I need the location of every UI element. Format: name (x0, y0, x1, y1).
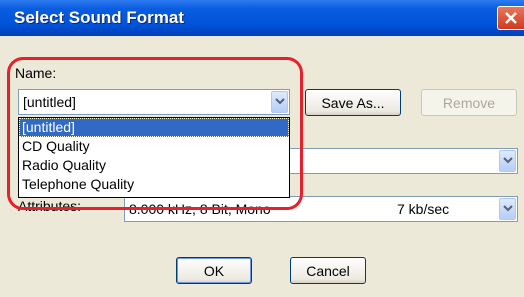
list-item[interactable]: CD Quality (19, 137, 289, 156)
list-item[interactable]: Radio Quality (19, 156, 289, 175)
name-combobox[interactable]: [untitled] (18, 89, 290, 115)
name-combobox-value: [untitled] (23, 94, 76, 110)
close-button[interactable] (497, 6, 524, 30)
title-bar[interactable]: Select Sound Format (0, 0, 524, 36)
cancel-button[interactable]: Cancel (290, 257, 366, 284)
attributes-rate: 7 kb/sec (397, 201, 450, 217)
chevron-down-icon (275, 98, 285, 105)
window-title: Select Sound Format (14, 8, 185, 27)
select-sound-format-dialog: Select Sound Format Name: [untitled] Sav… (0, 0, 524, 297)
attributes-label: Attributes: (18, 198, 82, 214)
attributes-dropdown-button[interactable] (499, 198, 516, 220)
attributes-combobox[interactable]: 8.000 kHz, 8 Bit, Mono 7 kb/sec (124, 196, 518, 222)
name-dropdown-button[interactable] (271, 91, 288, 113)
format-dropdown-button[interactable] (499, 150, 516, 172)
chevron-down-icon (503, 157, 513, 164)
attributes-value: 8.000 kHz, 8 Bit, Mono (129, 201, 271, 217)
list-item[interactable]: [untitled] (19, 118, 289, 137)
list-item[interactable]: Telephone Quality (19, 175, 289, 194)
chevron-down-icon (503, 205, 513, 212)
close-icon (505, 12, 517, 24)
save-as-button[interactable]: Save As... (305, 89, 401, 116)
name-label: Name: (15, 65, 57, 81)
ok-button[interactable]: OK (176, 257, 252, 284)
remove-button[interactable]: Remove (421, 89, 517, 116)
name-dropdown-list: [untitled] CD Quality Radio Quality Tele… (18, 117, 290, 198)
